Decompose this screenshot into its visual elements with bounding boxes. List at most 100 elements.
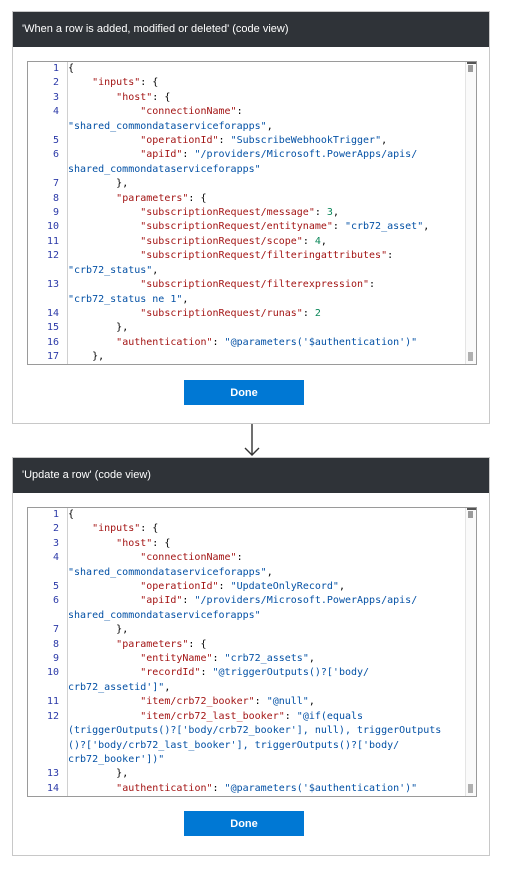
line-number: 1 (28, 508, 68, 523)
code-line: 5 "operationId": "UpdateOnlyRecord", (28, 580, 465, 595)
code-text[interactable]: "authentication": "@parameters('$authent… (68, 336, 417, 350)
code-text[interactable]: "item/crb72_last_booker": "@if(equals (tr… (68, 710, 441, 768)
line-number: 4 (28, 105, 68, 135)
code-text[interactable]: "inputs": { (68, 522, 158, 536)
code-text[interactable]: "subscriptionRequest/filterexpression": "… (68, 278, 375, 307)
line-number: 9 (28, 206, 68, 221)
line-number: 16 (28, 335, 68, 351)
trigger-scrollbar[interactable] (465, 62, 476, 364)
line-number: 2 (28, 76, 68, 91)
line-number: 7 (28, 177, 68, 192)
code-line: 6 "apiId": "/providers/Microsoft.PowerAp… (28, 594, 465, 624)
trigger-code-card: 'When a row is added, modified or delete… (12, 11, 490, 424)
code-line: 14 "authentication": "@parameters('$auth… (28, 781, 465, 796)
trigger-card-title: 'When a row is added, modified or delete… (13, 12, 489, 47)
line-number: 1 (28, 62, 68, 77)
line-number: 14 (28, 306, 68, 322)
trigger-done-button[interactable]: Done (184, 380, 304, 405)
line-number: 3 (28, 536, 68, 552)
code-text[interactable]: "authentication": "@parameters('$authent… (68, 782, 417, 796)
code-text[interactable]: "apiId": "/providers/Microsoft.PowerApps… (68, 594, 417, 623)
code-text[interactable]: "parameters": { (68, 192, 206, 206)
line-number: 10 (28, 666, 68, 696)
code-text[interactable]: "subscriptionRequest/entityname": "crb72… (68, 220, 429, 234)
line-number: 17 (28, 350, 68, 364)
code-text[interactable]: "recordId": "@triggerOutputs()?['body/cr… (68, 666, 369, 695)
code-line: 16 "authentication": "@parameters('$auth… (28, 335, 465, 351)
code-text[interactable]: "entityName": "crb72_assets", (68, 652, 315, 666)
line-number: 10 (28, 220, 68, 235)
code-line: 17 }, (28, 350, 465, 364)
code-text[interactable]: }, (68, 623, 128, 637)
code-text[interactable]: "subscriptionRequest/message": 3, (68, 206, 339, 220)
code-text[interactable]: { (68, 62, 74, 76)
code-line: 3 "host": { (28, 536, 465, 552)
code-line: 13 "subscriptionRequest/filterexpression… (28, 278, 465, 307)
line-number: 13 (28, 278, 68, 307)
scroll-thumb-end (468, 784, 473, 793)
scroll-thumb-end (468, 352, 473, 361)
line-number: 14 (28, 781, 68, 796)
scroll-thumb[interactable] (468, 65, 473, 72)
code-line: 4 "connectionName": "shared_commondataser… (28, 551, 465, 581)
code-text[interactable]: { (68, 508, 74, 522)
code-text[interactable]: "operationId": "SubscribeWebhookTrigger"… (68, 134, 387, 148)
code-line: 8 "parameters": { (28, 191, 465, 207)
code-line: 12 "item/crb72_last_booker": "@if(equals… (28, 709, 465, 768)
scroll-thumb[interactable] (468, 511, 473, 518)
line-number: 8 (28, 191, 68, 207)
action-code-card: 'Update a row' (code view) 1{2 "inputs":… (12, 457, 490, 856)
code-text[interactable]: "inputs": { (68, 76, 158, 90)
code-line: 2 "inputs": { (28, 76, 465, 91)
code-line: 8 "parameters": { (28, 637, 465, 653)
action-card-title: 'Update a row' (code view) (13, 458, 489, 493)
code-line: 6 "apiId": "/providers/Microsoft.PowerAp… (28, 148, 465, 178)
code-text[interactable]: "item/crb72_booker": "@null", (68, 695, 315, 709)
code-text[interactable]: "operationId": "UpdateOnlyRecord", (68, 580, 345, 594)
code-text[interactable]: "parameters": { (68, 638, 206, 652)
line-number: 2 (28, 522, 68, 537)
code-line: 9 "subscriptionRequest/message": 3, (28, 206, 465, 221)
line-number: 5 (28, 134, 68, 149)
trigger-code-editor[interactable]: 1{2 "inputs": {3 "host": {4 "connectionN… (27, 61, 477, 365)
code-text[interactable]: "connectionName": "shared_commondataservi… (68, 105, 273, 134)
action-done-button[interactable]: Done (184, 811, 304, 836)
line-number: 8 (28, 637, 68, 653)
code-line: 4 "connectionName": "shared_commondataser… (28, 105, 465, 135)
code-text[interactable]: "host": { (68, 537, 170, 551)
trigger-code-lines: 1{2 "inputs": {3 "host": {4 "connectionN… (28, 62, 465, 364)
line-number: 15 (28, 321, 68, 336)
code-text[interactable]: "connectionName": "shared_commondataservi… (68, 551, 273, 580)
code-line: 2 "inputs": { (28, 522, 465, 537)
code-text[interactable]: }, (68, 350, 104, 364)
line-number: 6 (28, 594, 68, 624)
code-line: 10 "recordId": "@triggerOutputs()?['body… (28, 666, 465, 696)
code-line: 11 "subscriptionRequest/scope": 4, (28, 234, 465, 250)
action-code-lines: 1{2 "inputs": {3 "host": {4 "connectionN… (28, 508, 465, 796)
action-scrollbar[interactable] (465, 508, 476, 796)
line-number: 4 (28, 551, 68, 581)
code-text[interactable]: "apiId": "/providers/Microsoft.PowerApps… (68, 148, 417, 177)
code-text[interactable]: "host": { (68, 91, 170, 105)
code-text[interactable]: "subscriptionRequest/runas": 2 (68, 307, 321, 321)
code-line: 7 }, (28, 623, 465, 638)
action-code-editor[interactable]: 1{2 "inputs": {3 "host": {4 "connectionN… (27, 507, 477, 797)
line-number: 7 (28, 623, 68, 638)
code-line: 10 "subscriptionRequest/entityname": "cr… (28, 220, 465, 235)
line-number: 12 (28, 249, 68, 279)
scroll-track-top (467, 62, 476, 64)
line-number: 11 (28, 695, 68, 710)
code-text[interactable]: }, (68, 767, 128, 781)
code-text[interactable]: }, (68, 177, 128, 191)
code-line: 1{ (28, 62, 465, 77)
code-line: 3 "host": { (28, 90, 465, 106)
line-number: 13 (28, 767, 68, 782)
code-text[interactable]: "subscriptionRequest/filteringattributes… (68, 249, 393, 278)
code-text[interactable]: "subscriptionRequest/scope": 4, (68, 235, 327, 249)
down-arrow-icon (244, 424, 260, 456)
code-line: 9 "entityName": "crb72_assets", (28, 652, 465, 667)
code-text[interactable]: }, (68, 321, 128, 335)
code-line: 7 }, (28, 177, 465, 192)
code-line: 1{ (28, 508, 465, 523)
code-line: 14 "subscriptionRequest/runas": 2 (28, 306, 465, 322)
